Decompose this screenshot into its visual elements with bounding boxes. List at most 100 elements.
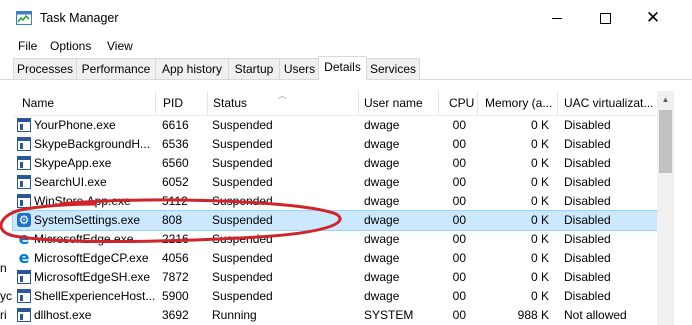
column-header-name[interactable]: Name	[22, 91, 152, 115]
column-divider[interactable]	[155, 91, 156, 115]
column-divider[interactable]	[207, 91, 208, 115]
table-row[interactable]: e MicrosoftEdge.exe 2216 Suspended dwage…	[13, 230, 657, 249]
process-pid: 6536	[162, 137, 189, 151]
tab-startup[interactable]: Startup	[228, 58, 280, 79]
process-cpu: 00	[452, 118, 466, 132]
process-pid: 5900	[162, 289, 189, 303]
process-pid: 6052	[162, 175, 189, 189]
table-row[interactable]: e MicrosoftEdgeCP.exe 4056 Suspended dwa…	[13, 249, 657, 268]
process-uac: Disabled	[564, 156, 611, 170]
table-row[interactable]: SearchUI.exe 6052 Suspended dwage 00 0 K…	[13, 173, 657, 192]
process-memory: 0 K	[530, 289, 549, 303]
process-user: dwage	[364, 251, 400, 265]
process-user: dwage	[364, 194, 400, 208]
process-name: SearchUI.exe	[34, 175, 107, 189]
window-icon	[17, 194, 31, 208]
process-cpu: 00	[452, 194, 466, 208]
column-header-memory[interactable]: Memory (a...	[485, 91, 555, 115]
process-memory: 0 K	[530, 175, 549, 189]
table-row[interactable]: SkypeBackgroundH... 6536 Suspended dwage…	[13, 135, 657, 154]
process-uac: Disabled	[564, 251, 611, 265]
column-header-user-name[interactable]: User name	[364, 91, 438, 115]
process-status: Suspended	[212, 118, 273, 132]
process-name: dllhost.exe	[34, 308, 92, 322]
process-name: YourPhone.exe	[34, 118, 116, 132]
process-memory: 0 K	[530, 213, 549, 227]
column-header-uac[interactable]: UAC virtualizat...	[564, 91, 656, 115]
close-icon: ✕	[645, 7, 661, 28]
task-manager-icon	[16, 11, 32, 25]
process-cpu: 00	[452, 289, 466, 303]
table-row[interactable]: WinStore.App.exe 5112 Suspended dwage 00…	[13, 192, 657, 211]
window-icon	[17, 118, 31, 132]
table-row[interactable]: dllhost.exe 3692 Running SYSTEM 00 988 K…	[13, 306, 657, 325]
window-icon	[17, 308, 31, 322]
process-uac: Disabled	[564, 213, 611, 227]
process-uac: Disabled	[564, 289, 611, 303]
process-uac: Disabled	[564, 118, 611, 132]
maximize-button[interactable]	[582, 0, 628, 36]
process-user: dwage	[364, 137, 400, 151]
tab-app-history[interactable]: App history	[155, 58, 229, 79]
tab-services[interactable]: Services	[366, 58, 420, 79]
process-status: Suspended	[212, 137, 273, 151]
process-status: Running	[212, 308, 257, 322]
process-cpu: 00	[452, 308, 466, 322]
process-status: Suspended	[212, 213, 273, 227]
process-name: WinStore.App.exe	[34, 194, 131, 208]
tab-users[interactable]: Users	[279, 58, 320, 79]
background-text: yc	[0, 289, 12, 303]
minimize-button[interactable]	[534, 0, 580, 36]
process-cpu: 00	[452, 270, 466, 284]
process-status: Suspended	[212, 270, 273, 284]
process-status: Suspended	[212, 156, 273, 170]
process-user: dwage	[364, 156, 400, 170]
process-uac: Disabled	[564, 232, 611, 246]
scroll-up-arrow-icon[interactable]: ▲	[657, 91, 674, 108]
table-row[interactable]: ShellExperienceHost... 5900 Suspended dw…	[13, 287, 657, 306]
process-status: Suspended	[212, 251, 273, 265]
process-user: dwage	[364, 213, 400, 227]
table-row-selected[interactable]: ⚙ SystemSettings.exe 808 Suspended dwage…	[12, 210, 658, 231]
column-header-cpu[interactable]: CPU	[449, 91, 475, 115]
scroll-thumb[interactable]	[659, 110, 672, 173]
process-name: MicrosoftEdge.exe	[34, 232, 134, 246]
maximize-icon	[599, 12, 611, 24]
menu-bar	[0, 36, 692, 57]
menu-view[interactable]: View	[107, 36, 133, 59]
process-status: Suspended	[212, 194, 273, 208]
sort-up-icon: ︿	[278, 91, 286, 100]
process-name: SkypeApp.exe	[34, 156, 112, 170]
tab-processes[interactable]: Processes	[13, 58, 77, 79]
process-status: Suspended	[212, 289, 273, 303]
menu-file[interactable]: File	[18, 36, 37, 59]
close-button[interactable]: ✕	[630, 0, 676, 36]
table-row[interactable]: MicrosoftEdgeSH.exe 7872 Suspended dwage…	[13, 268, 657, 287]
process-uac: Disabled	[564, 270, 611, 284]
process-cpu: 00	[452, 213, 466, 227]
process-user: SYSTEM	[364, 308, 414, 322]
process-memory: 988 K	[517, 308, 549, 322]
column-divider[interactable]	[557, 91, 558, 115]
table-row[interactable]: SkypeApp.exe 6560 Suspended dwage 00 0 K…	[13, 154, 657, 173]
column-divider[interactable]	[438, 91, 439, 115]
edge-icon: e	[18, 248, 30, 267]
process-pid: 7872	[162, 270, 189, 284]
process-pid: 4056	[162, 251, 189, 265]
process-user: dwage	[364, 118, 400, 132]
tab-performance[interactable]: Performance	[76, 58, 156, 79]
process-memory: 0 K	[530, 194, 549, 208]
process-cpu: 00	[452, 251, 466, 265]
window-icon	[17, 289, 31, 303]
window-icon	[17, 175, 31, 189]
column-divider[interactable]	[358, 91, 359, 115]
menu-options[interactable]: Options	[50, 36, 91, 59]
column-header-pid[interactable]: PID	[163, 91, 203, 115]
column-divider[interactable]	[477, 91, 478, 115]
tab-details[interactable]: Details	[318, 56, 367, 80]
table-row[interactable]: YourPhone.exe 6616 Suspended dwage 00 0 …	[13, 116, 657, 135]
window-icon	[17, 156, 31, 170]
process-user: dwage	[364, 289, 400, 303]
process-user: dwage	[364, 270, 400, 284]
process-uac: Disabled	[564, 194, 611, 208]
